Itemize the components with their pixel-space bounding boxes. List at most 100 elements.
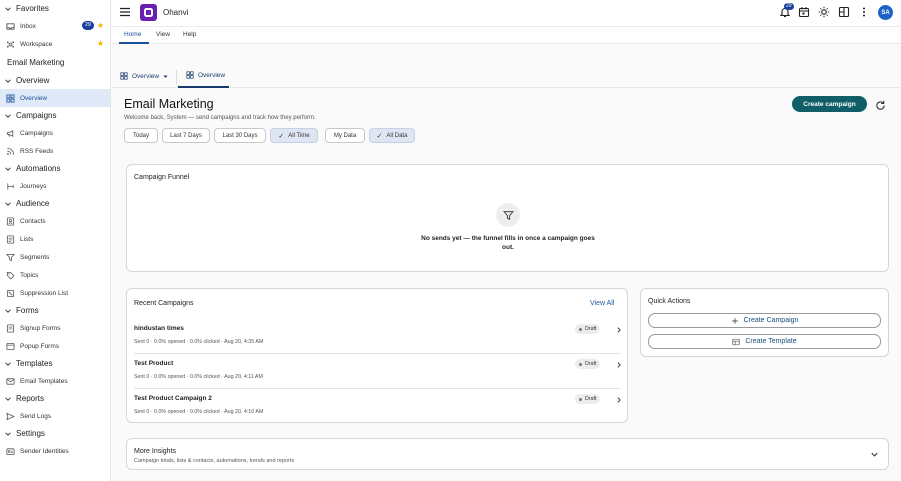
sidebar-item-lists[interactable]: Lists xyxy=(0,230,110,248)
sidebar-item-campaigns[interactable]: Campaigns xyxy=(0,124,110,142)
sidebar-item-label: Lists xyxy=(20,235,34,243)
button-label: Create Template xyxy=(745,338,797,345)
sidebar-item-overview[interactable]: Overview xyxy=(0,89,110,107)
sidebar-item-label: Popup Forms xyxy=(20,342,60,350)
table-row[interactable]: Test Product Sent 0 · 0.0% opened · 0.0%… xyxy=(134,354,621,389)
sidebar-section-automations[interactable]: Automations xyxy=(0,160,110,177)
journey-icon xyxy=(6,182,15,191)
sidebar-item-workspace[interactable]: Workspace ★ xyxy=(0,35,110,53)
table-row[interactable]: hindustan times Sent 0 · 0.0% opened · 0… xyxy=(134,319,621,354)
sidebar-section-audience[interactable]: Audience xyxy=(0,195,110,212)
tab-overview[interactable]: Overview xyxy=(186,71,225,79)
sidebar-item-label: Send Logs xyxy=(20,412,52,420)
status-badge: Draft xyxy=(575,324,601,334)
chip-label: My Data xyxy=(333,132,357,139)
empty-state-line: out. xyxy=(502,244,514,251)
layout-icon[interactable] xyxy=(838,6,850,18)
chip-label: All Data xyxy=(386,132,408,139)
sidebar-item-journeys[interactable]: Journeys xyxy=(0,177,110,195)
overview-dropdown[interactable]: Overview xyxy=(120,72,169,80)
sidebar-section-forms[interactable]: Forms xyxy=(0,302,110,319)
filter-last-7-days[interactable]: Last 7 Days xyxy=(162,128,210,143)
sidebar-section-label: Campaigns xyxy=(16,111,57,120)
sidebar-section-campaigns[interactable]: Campaigns xyxy=(0,107,110,124)
tab-help[interactable]: Help xyxy=(183,31,196,38)
view-all-link[interactable]: View All xyxy=(590,300,614,307)
chevron-right-icon[interactable] xyxy=(615,326,623,334)
sun-icon[interactable] xyxy=(818,6,830,18)
page-title: Email Marketing xyxy=(124,97,214,111)
chevron-down-icon xyxy=(5,201,11,206)
filter-my-data[interactable]: My Data xyxy=(325,128,365,143)
id-card-icon xyxy=(6,447,15,456)
tab-view[interactable]: View xyxy=(156,31,170,38)
sidebar-section-overview[interactable]: Overview xyxy=(0,72,110,89)
sidebar-item-send-logs[interactable]: Send Logs xyxy=(0,407,110,425)
sidebar-item-label: Journeys xyxy=(20,182,47,190)
star-icon[interactable]: ★ xyxy=(97,21,104,30)
overview-dropdown-label: Overview xyxy=(132,72,160,80)
sidebar-section-settings[interactable]: Settings xyxy=(0,425,110,442)
card-title: Campaign Funnel xyxy=(134,174,190,181)
calendar-icon[interactable] xyxy=(798,6,810,18)
sidebar-item-suppression-list[interactable]: Suppression List xyxy=(0,284,110,302)
chevron-down-icon xyxy=(5,361,11,366)
hamburger-menu-icon[interactable] xyxy=(119,6,131,18)
chevron-right-icon[interactable] xyxy=(615,361,623,369)
app-logo[interactable] xyxy=(140,4,157,21)
star-icon[interactable]: ★ xyxy=(97,39,104,48)
table-row[interactable]: Test Product Campaign 2 Sent 0 · 0.0% op… xyxy=(134,389,621,424)
more-insights-card[interactable]: More Insights Campaign totals, lists & c… xyxy=(126,438,889,470)
chevron-down-icon[interactable] xyxy=(870,450,879,459)
chip-label: Last 30 Days xyxy=(222,132,258,139)
filter-last-30-days[interactable]: Last 30 Days xyxy=(214,128,266,143)
sidebar-item-label: Overview xyxy=(20,94,48,102)
mail-icon xyxy=(6,377,15,386)
sidebar-item-contacts[interactable]: Contacts xyxy=(0,212,110,230)
filter-today[interactable]: Today xyxy=(124,128,158,143)
sidebar-section-templates[interactable]: Templates xyxy=(0,355,110,372)
chevron-right-icon[interactable] xyxy=(615,396,623,404)
divider xyxy=(176,70,177,84)
create-campaign-button[interactable]: Create campaign xyxy=(792,96,867,112)
workspace-icon xyxy=(6,40,15,49)
filter-all-data[interactable]: ✓ All Data xyxy=(369,128,415,143)
chevron-down-icon xyxy=(5,308,11,313)
sidebar-item-sender-identities[interactable]: Sender Identities xyxy=(0,442,110,460)
sidebar-section-label: Overview xyxy=(16,76,50,85)
active-tab-indicator xyxy=(178,86,229,88)
sidebar-item-rss-feeds[interactable]: RSS Feeds xyxy=(0,142,110,160)
tab-home[interactable]: Home xyxy=(124,31,141,38)
campaign-name: Test Product Campaign 2 xyxy=(134,395,212,402)
sidebar-item-email-templates[interactable]: Email Templates xyxy=(0,372,110,390)
chevron-down-icon xyxy=(5,166,11,171)
chevron-down-icon xyxy=(5,431,11,436)
empty-state-message: No sends yet — the funnel fills in once … xyxy=(417,234,599,252)
sidebar-section-label: Reports xyxy=(16,394,45,403)
refresh-icon[interactable] xyxy=(875,100,886,111)
chevron-down-icon xyxy=(5,6,11,11)
sidebar-item-inbox[interactable]: Inbox 29 ★ xyxy=(0,17,110,35)
chevron-down-icon xyxy=(5,78,11,83)
sidebar-section-favorites[interactable]: Favorites xyxy=(0,0,110,17)
sidebar-item-segments[interactable]: Segments xyxy=(0,248,110,266)
more-vertical-icon[interactable] xyxy=(858,6,870,18)
block-icon xyxy=(6,289,15,298)
chip-label: Today xyxy=(132,132,149,139)
sidebar-item-label: Topics xyxy=(20,271,39,279)
filter-all-time[interactable]: ✓ All Time xyxy=(270,128,318,143)
sidebar-item-topics[interactable]: Topics xyxy=(0,266,110,284)
sidebar-section-reports[interactable]: Reports xyxy=(0,390,110,407)
sidebar-section-label: Favorites xyxy=(16,4,49,13)
sidebar-item-signup-forms[interactable]: Signup Forms xyxy=(0,319,110,337)
page-navigation: Overview Overview xyxy=(112,66,901,88)
create-campaign-quick-button[interactable]: Create Campaign xyxy=(648,313,881,328)
campaign-meta: Sent 0 · 0.0% opened · 0.0% clicked · Au… xyxy=(134,339,264,345)
sidebar-item-label: Workspace xyxy=(20,40,53,48)
create-template-quick-button[interactable]: Create Template xyxy=(648,334,881,349)
avatar[interactable]: SA xyxy=(878,5,893,20)
sidebar-item-popup-forms[interactable]: Popup Forms xyxy=(0,337,110,355)
status-badge: Draft xyxy=(575,394,601,404)
sidebar-item-label: Inbox xyxy=(20,22,36,30)
template-icon xyxy=(732,338,740,346)
